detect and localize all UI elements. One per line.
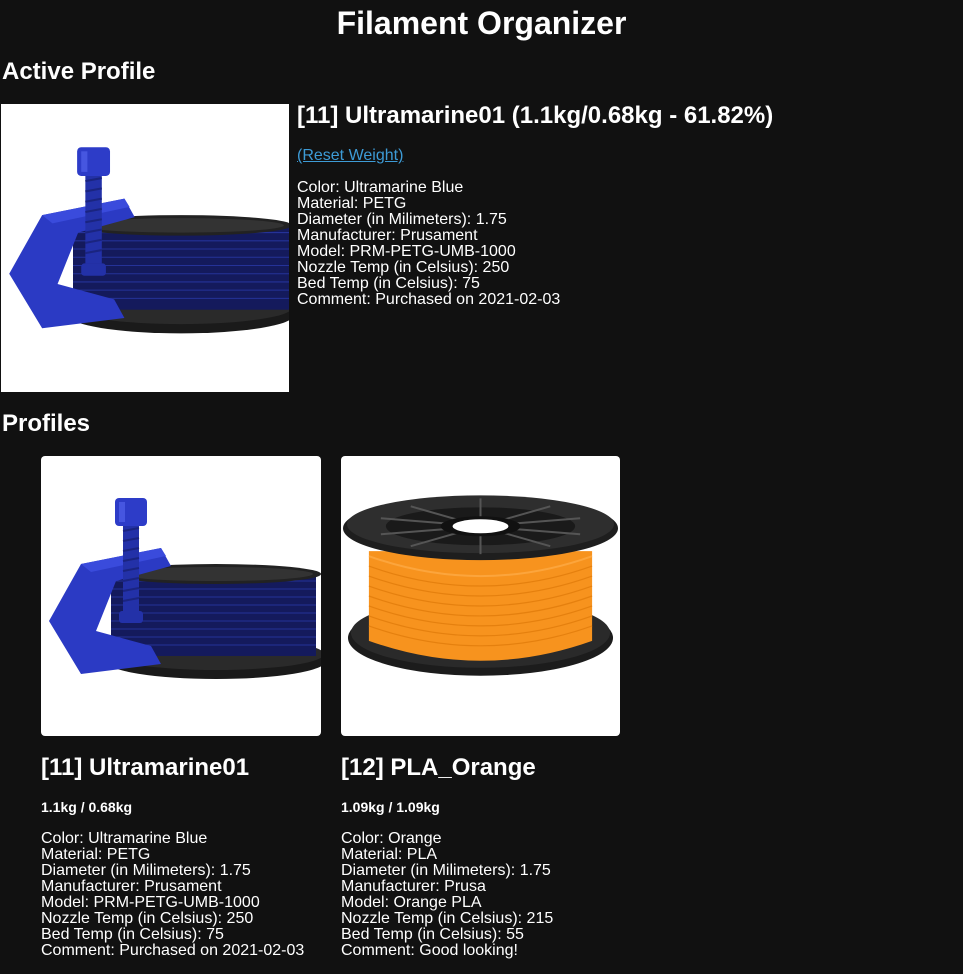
orange-spool-icon [342,495,619,676]
detail-color: Color: Ultramarine Blue [297,179,464,196]
detail-model: Model: PRM-PETG-UMB-1000 [41,894,260,911]
profiles-heading: Profiles [2,410,91,437]
page-title: Filament Organizer [336,5,627,41]
detail-diameter: Diameter (in Milimeters): 1.75 [41,862,251,879]
profile-card-image[interactable] [341,456,620,736]
detail-comment: Comment: Purchased on 2021-02-03 [297,291,561,308]
detail-color: Color: Orange [341,830,442,847]
detail-model: Model: PRM-PETG-UMB-1000 [297,243,516,260]
profile-card-image[interactable] [41,456,321,736]
active-profile-details: Color: Ultramarine Blue Material: PETG D… [297,180,560,308]
detail-comment: Comment: Good looking! [341,942,518,959]
detail-model: Model: Orange PLA [341,894,482,911]
profile-card-details: Color: Ultramarine Blue Material: PETG D… [41,831,304,959]
detail-manufacturer: Manufacturer: Prusa [341,878,486,895]
detail-nozzle-temp: Nozzle Temp (in Celsius): 250 [297,259,510,276]
detail-diameter: Diameter (in Milimeters): 1.75 [341,862,551,879]
detail-bed-temp: Bed Temp (in Celsius): 75 [297,275,480,292]
detail-manufacturer: Manufacturer: Prusament [297,227,478,244]
detail-material: Material: PETG [41,846,151,863]
blue-spool-clamp-icon [9,147,289,334]
profile-card[interactable]: [12] PLA_Orange 1.09kg / 1.09kg Color: O… [341,456,621,959]
detail-bed-temp: Bed Temp (in Celsius): 75 [41,926,224,943]
detail-diameter: Diameter (in Milimeters): 1.75 [297,211,507,228]
profile-card-title[interactable]: [12] PLA_Orange [341,754,536,782]
profile-card[interactable]: [11] Ultramarine01 1.1kg / 0.68kg Color:… [41,456,321,959]
active-profile-heading: Active Profile [2,58,156,85]
profile-card-details: Color: Orange Material: PLA Diameter (in… [341,831,553,959]
blue-spool-clamp-icon [49,498,321,679]
detail-comment: Comment: Purchased on 2021-02-03 [41,942,305,959]
profile-card-title[interactable]: [11] Ultramarine01 [41,754,249,782]
reset-weight-link[interactable]: (Reset Weight) [297,147,403,165]
profile-card-weight: 1.09kg / 1.09kg [341,799,440,815]
detail-color: Color: Ultramarine Blue [41,830,208,847]
detail-material: Material: PLA [341,846,438,863]
active-profile-title: [11] Ultramarine01 (1.1kg/0.68kg - 61.82… [297,102,774,129]
detail-material: Material: PETG [297,195,407,212]
profile-card-weight: 1.1kg / 0.68kg [41,799,133,815]
detail-nozzle-temp: Nozzle Temp (in Celsius): 250 [41,910,254,927]
detail-nozzle-temp: Nozzle Temp (in Celsius): 215 [341,910,554,927]
detail-bed-temp: Bed Temp (in Celsius): 55 [341,926,524,943]
active-profile-image [1,104,289,392]
detail-manufacturer: Manufacturer: Prusament [41,878,222,895]
